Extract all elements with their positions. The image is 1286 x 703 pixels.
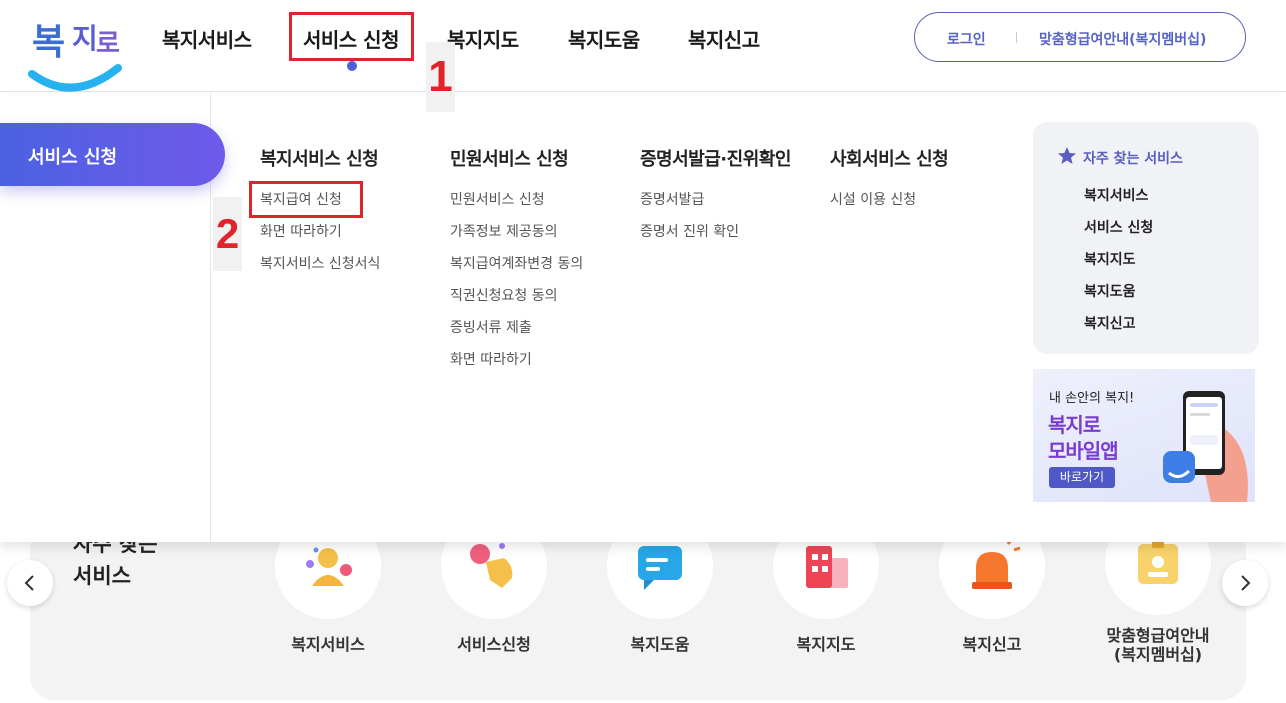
menu-link[interactable]: 가족정보 제공동의 [450, 221, 558, 241]
menu-column-civil-apply: 민원서비스 신청 민원서비스 신청 가족정보 제공동의 복지급여계좌변경 동의 … [450, 145, 583, 368]
quick-service-label: 서비스신청 [457, 635, 531, 654]
quick-service-label: 복지도움 [630, 635, 690, 654]
site-header: 복 지 로 복지서비스 서비스 신청 복지지도 복지도움 복지신고 로그인 맞춤… [0, 0, 1286, 92]
menu-link[interactable]: 시설 이용 신청 [830, 189, 916, 209]
menu-link[interactable]: 직권신청요청 동의 [450, 285, 558, 305]
menu-link-forms[interactable]: 복지서비스 신청서식 [260, 253, 380, 273]
menu-column-title[interactable]: 복지서비스 신청 [260, 145, 379, 171]
quick-service-label: 복지서비스 [291, 635, 365, 654]
menu-link[interactable]: 화면 따라하기 [450, 349, 532, 369]
menu-link[interactable]: 증명서 진위 확인 [640, 221, 739, 241]
person-icon [306, 547, 352, 586]
favorite-link[interactable]: 복지도움 [1084, 281, 1136, 301]
quick-service-label: 복지신고 [962, 635, 1022, 654]
svg-text:지: 지 [72, 22, 98, 55]
favorite-link[interactable]: 복지신고 [1084, 313, 1136, 333]
menu-column-title[interactable]: 사회서비스 신청 [830, 145, 949, 171]
hand-tap-icon [470, 543, 513, 588]
chevron-left-icon [24, 575, 34, 591]
quick-service-label: (복지멤버십) [1113, 645, 1203, 664]
menu-link[interactable]: 복지급여계좌변경 동의 [450, 253, 583, 273]
quick-service-label: 복지지도 [796, 635, 856, 654]
menu-link[interactable]: 증명서발급 [640, 189, 704, 209]
mobile-app-banner[interactable]: 내 손안의 복지! 복지로 모바일앱 바로가기 [1033, 369, 1255, 502]
active-menu-label: 서비스 신청 [28, 147, 118, 168]
step-marker-1: 1 [426, 42, 455, 112]
siren-icon [972, 537, 1021, 589]
step-marker-2: 2 [213, 197, 242, 271]
favorite-services-box: 자주 찾는 서비스 복지서비스 서비스 신청 복지지도 복지도움 복지신고 [1033, 122, 1259, 354]
bokjiro-logo[interactable]: 복 지 로 [28, 8, 123, 94]
star-icon [1058, 147, 1076, 164]
menu-column-welfare-apply: 복지서비스 신청 복지급여 신청 화면 따라하기 복지서비스 신청서식 [260, 145, 380, 272]
favorite-link[interactable]: 서비스 신청 [1084, 217, 1153, 237]
account-pill: 로그인 맞춤형급여안내(복지멤버십) [914, 12, 1246, 62]
quick-services-title-line2: 서비스 [73, 564, 131, 588]
favorite-link[interactable]: 복지지도 [1084, 249, 1136, 269]
quick-service-label: 맞춤형급여안내 [1106, 626, 1210, 645]
menu-link[interactable]: 증빙서류 제출 [450, 317, 532, 337]
svg-text:로: 로 [96, 29, 120, 59]
carousel-next-button[interactable] [1222, 560, 1268, 606]
chevron-right-icon [1241, 575, 1251, 591]
nav-welfare-map[interactable]: 복지지도 [447, 24, 519, 53]
favorite-link[interactable]: 복지서비스 [1084, 185, 1148, 205]
carousel-prev-button[interactable] [7, 560, 53, 606]
active-menu-category[interactable]: 서비스 신청 [0, 123, 225, 186]
app-banner-subtitle: 내 손안의 복지! [1049, 391, 1135, 406]
highlight-box-1 [289, 12, 414, 61]
phone-in-hand-icon [1163, 391, 1248, 502]
app-banner-title: 복지로 [1048, 413, 1101, 437]
nav-welfare-report[interactable]: 복지신고 [688, 24, 760, 53]
highlight-box-2 [249, 181, 363, 218]
favorite-services-title: 자주 찾는 서비스 [1083, 151, 1183, 167]
menu-column-title[interactable]: 증명서발급·진위확인 [640, 145, 791, 171]
menu-column-social-service: 사회서비스 신청 시설 이용 신청 [830, 145, 949, 208]
pill-divider [1016, 32, 1017, 43]
chat-bubble-icon [638, 546, 682, 590]
active-nav-indicator [347, 61, 357, 71]
nav-welfare-help[interactable]: 복지도움 [568, 24, 640, 53]
login-link[interactable]: 로그인 [947, 29, 986, 49]
svg-text:복: 복 [32, 22, 65, 63]
custom-benefit-link[interactable]: 맞춤형급여안내(복지멤버십) [1039, 29, 1206, 49]
menu-column-certificates: 증명서발급·진위확인 증명서발급 증명서 진위 확인 [640, 145, 791, 240]
menu-link[interactable]: 민원서비스 신청 [450, 189, 545, 209]
nav-welfare-services[interactable]: 복지서비스 [162, 24, 252, 53]
building-icon [806, 546, 848, 588]
app-banner-go-button[interactable]: 바로가기 [1049, 467, 1115, 488]
mega-menu: 서비스 신청 복지서비스 신청 복지급여 신청 화면 따라하기 복지서비스 신청… [0, 93, 1286, 542]
menu-link-screen-guide[interactable]: 화면 따라하기 [260, 221, 342, 241]
menu-column-title[interactable]: 민원서비스 신청 [450, 145, 569, 171]
page: 자주 찾는 서비스 복지서비스 서비스신청 복지도움 복지지도 복지신고 맞춤형… [0, 0, 1286, 703]
app-banner-title: 모바일앱 [1048, 439, 1119, 463]
